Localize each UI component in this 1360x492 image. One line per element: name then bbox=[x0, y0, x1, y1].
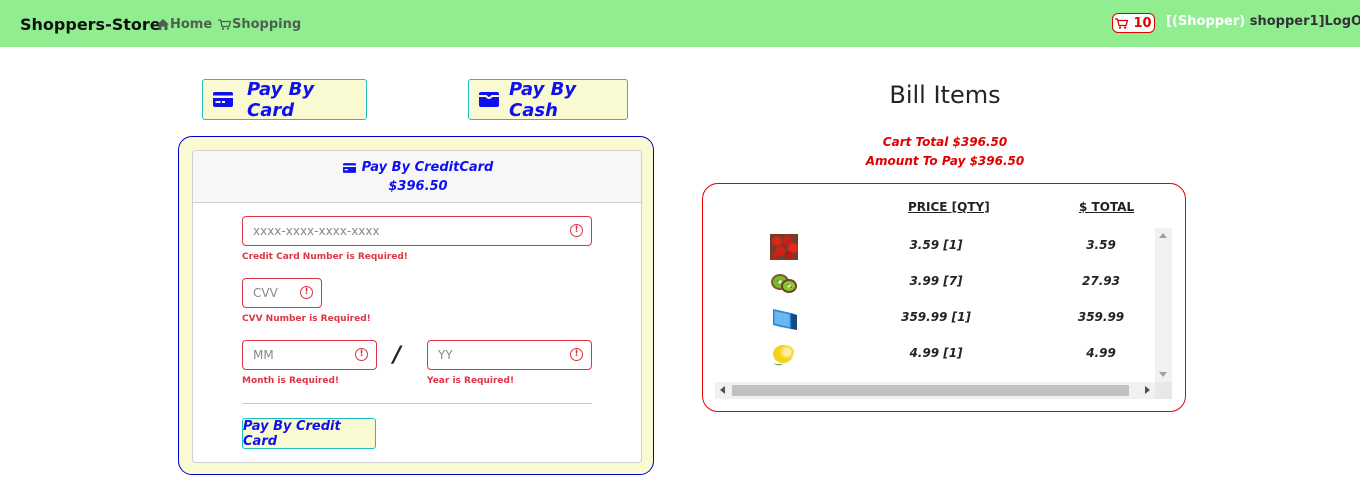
pay-by-cash-label: Pay By Cash bbox=[509, 78, 577, 121]
item-total: 3.59 bbox=[1086, 238, 1116, 252]
pay-by-cash-button[interactable]: Pay By Cash bbox=[468, 78, 628, 121]
credit-card-form: Pay By CreditCard $396.50 ! Credit Card … bbox=[192, 150, 642, 463]
error-icon: ! bbox=[300, 286, 313, 299]
cart-icon bbox=[218, 19, 231, 30]
year-field[interactable]: ! bbox=[427, 340, 592, 370]
home-icon bbox=[157, 19, 169, 30]
total-column-header: $ TOTAL bbox=[1079, 200, 1135, 214]
nav-home-label: Home bbox=[170, 17, 213, 32]
nav-home-link[interactable]: Home bbox=[157, 17, 212, 32]
form-divider bbox=[242, 403, 592, 404]
user-role: (Shopper) bbox=[1171, 14, 1246, 29]
scroll-up-icon[interactable] bbox=[1159, 233, 1167, 238]
scroll-left-icon[interactable] bbox=[720, 386, 725, 394]
wallet-icon bbox=[479, 92, 499, 107]
table-row: 3.59 [1] 3.59 bbox=[716, 228, 1160, 264]
cvv-error: CVV Number is Required! bbox=[242, 314, 371, 324]
month-field[interactable]: ! bbox=[242, 340, 377, 370]
error-icon: ! bbox=[570, 348, 583, 361]
table-row: 3.99 [7] 27.93 bbox=[716, 264, 1160, 300]
user-info: [(Shopper) shopper1]LogOut bbox=[1166, 14, 1360, 29]
price-column-header: PRICE [QTY] bbox=[908, 200, 990, 214]
user-name: shopper1] bbox=[1245, 14, 1325, 29]
month-error: Month is Required! bbox=[242, 376, 340, 386]
card-number-error: Credit Card Number is Required! bbox=[242, 252, 408, 262]
horizontal-scrollbar[interactable] bbox=[715, 382, 1155, 399]
nav-shopping-link[interactable]: Shopping bbox=[218, 17, 301, 32]
bill-items-table: PRICE [QTY] $ TOTAL 3.59 [1] 3.59 3.99 [… bbox=[702, 183, 1186, 412]
credit-card-icon bbox=[342, 162, 356, 173]
item-total: 359.99 bbox=[1077, 310, 1125, 324]
credit-card-form-panel: Pay By CreditCard $396.50 ! Credit Card … bbox=[178, 136, 654, 475]
item-price: 3.99 [7] bbox=[909, 274, 963, 288]
card-number-input[interactable] bbox=[243, 217, 591, 245]
tablet-image bbox=[773, 309, 797, 330]
tomatoes-image bbox=[770, 234, 798, 260]
item-price: 4.99 [1] bbox=[909, 346, 963, 360]
card-number-field[interactable]: ! bbox=[242, 216, 592, 246]
scrollbar-corner bbox=[1155, 382, 1172, 399]
kiwi-image bbox=[771, 274, 797, 293]
cart-badge[interactable]: 10 bbox=[1112, 13, 1155, 33]
lemon-image bbox=[773, 345, 794, 366]
cart-count: 10 bbox=[1133, 15, 1152, 31]
vertical-scrollbar[interactable] bbox=[1155, 228, 1172, 382]
cart-total: Cart Total $396.50 bbox=[882, 135, 1008, 149]
pay-by-credit-card-button[interactable]: Pay By Credit Card bbox=[242, 418, 376, 449]
table-row: 359.99 [1] 359.99 bbox=[716, 300, 1160, 336]
form-amount: $396.50 bbox=[388, 179, 448, 194]
form-title-label: Pay By CreditCard bbox=[361, 160, 494, 175]
logout-link[interactable]: LogOut bbox=[1325, 14, 1360, 29]
item-total: 27.93 bbox=[1082, 274, 1120, 288]
pay-by-card-label: Pay By Card bbox=[247, 78, 315, 121]
year-input[interactable] bbox=[428, 341, 591, 369]
pay-by-card-button[interactable]: Pay By Card bbox=[202, 78, 367, 121]
error-icon: ! bbox=[355, 348, 368, 361]
bill-rows: 3.59 [1] 3.59 3.99 [7] 27.93 359.99 [1] … bbox=[716, 228, 1160, 368]
cart-icon bbox=[1115, 17, 1129, 29]
cvv-field[interactable]: ! bbox=[242, 278, 322, 308]
credit-card-icon bbox=[213, 92, 233, 107]
scroll-right-icon[interactable] bbox=[1145, 386, 1150, 394]
table-row: 4.99 [1] 4.99 bbox=[716, 336, 1160, 368]
year-error: Year is Required! bbox=[427, 376, 515, 386]
bill-title: Bill Items bbox=[889, 81, 1001, 109]
brand-logo[interactable]: Shoppers-Store bbox=[20, 15, 161, 34]
horizontal-scroll-thumb[interactable] bbox=[732, 385, 1129, 396]
top-navbar: Shoppers-Store Home Shopping 10 [(Shoppe… bbox=[0, 0, 1360, 47]
form-header: Pay By CreditCard $396.50 bbox=[193, 151, 641, 203]
item-total: 4.99 bbox=[1086, 346, 1116, 360]
error-icon: ! bbox=[570, 224, 583, 237]
scroll-down-icon[interactable] bbox=[1159, 372, 1167, 377]
item-price: 3.59 [1] bbox=[909, 238, 963, 252]
form-title: Pay By CreditCard bbox=[193, 160, 641, 175]
amount-to-pay: Amount To Pay $396.50 bbox=[865, 154, 1025, 168]
date-separator: / bbox=[393, 343, 402, 368]
nav-shopping-label: Shopping bbox=[232, 17, 302, 32]
item-price: 359.99 [1] bbox=[901, 310, 971, 324]
